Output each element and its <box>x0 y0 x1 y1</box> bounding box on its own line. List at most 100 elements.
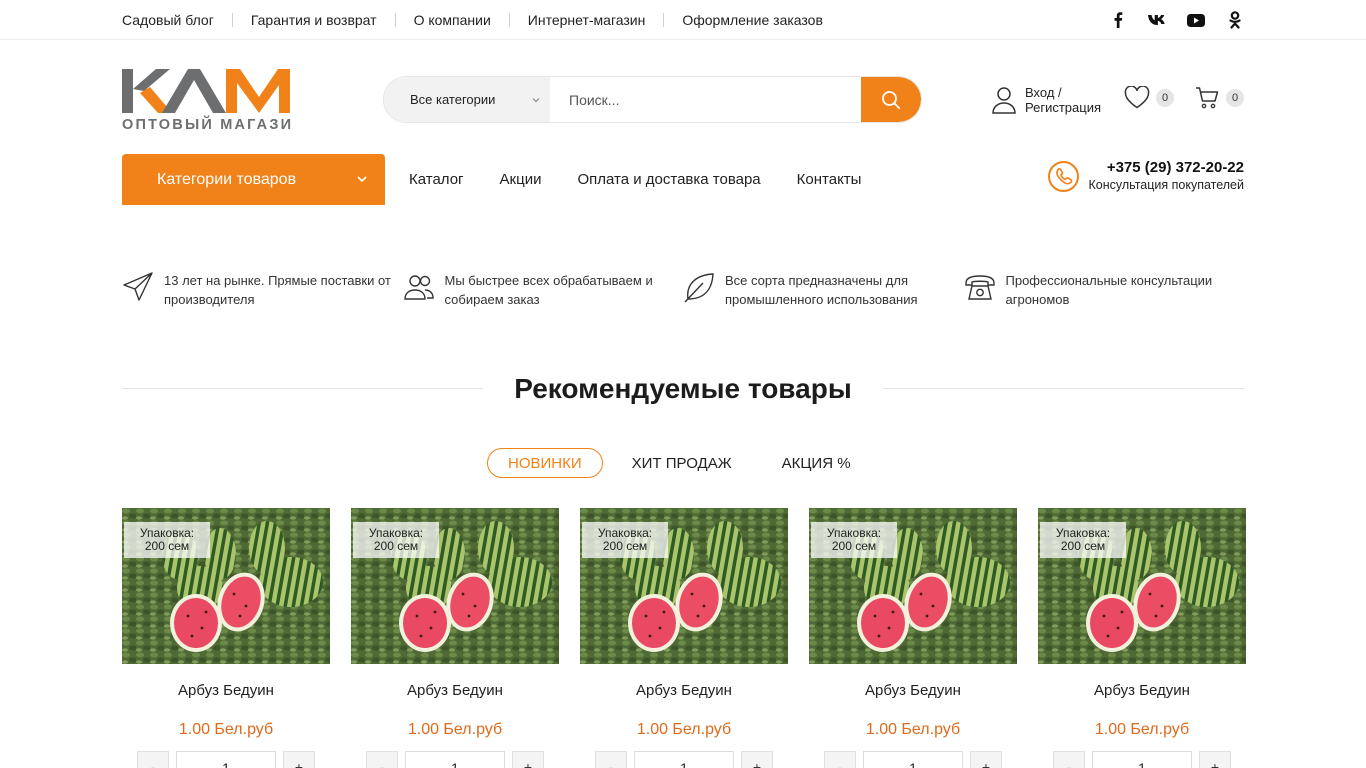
qty-plus-button[interactable]: + <box>512 751 544 768</box>
product-image[interactable]: Упаковка: 200 сем <box>809 508 1017 664</box>
qty-minus-button[interactable]: - <box>595 751 627 768</box>
product-name[interactable]: Арбуз Бедуин <box>1038 682 1246 702</box>
wishlist-count-badge: 0 <box>1156 88 1174 107</box>
feature-item: Профессиональные консультации агрономов <box>964 271 1245 309</box>
tab-new[interactable]: НОВИНКИ <box>487 448 603 478</box>
cart-link[interactable]: 0 <box>1195 86 1244 110</box>
top-link-orders[interactable]: Оформление заказов <box>682 12 823 28</box>
top-link-shop[interactable]: Интернет-магазин <box>528 12 646 28</box>
qty-plus-button[interactable]: + <box>970 751 1002 768</box>
tab-bestsellers[interactable]: ХИТ ПРОДАЖ <box>611 448 753 478</box>
tab-sale[interactable]: АКЦИЯ % <box>761 448 872 478</box>
search-button[interactable] <box>861 77 921 122</box>
feature-text: 13 лет на рынке. Прямые поставки от прои… <box>164 273 391 307</box>
search-bar: Все категории <box>383 76 922 123</box>
qty-input[interactable]: 1 <box>863 751 963 768</box>
vk-icon[interactable] <box>1146 9 1168 31</box>
facebook-icon[interactable] <box>1107 9 1129 31</box>
account-link[interactable]: Вход / Регистрация <box>991 85 1101 115</box>
divider <box>663 13 665 27</box>
product-name[interactable]: Арбуз Бедуин <box>122 682 330 702</box>
product-price: 1.00 Бел.руб <box>407 721 503 738</box>
pack-label: Упаковка: 200 сем <box>1040 522 1126 558</box>
qty-input[interactable]: 1 <box>405 751 505 768</box>
qty-plus-button[interactable]: + <box>741 751 773 768</box>
top-link-warranty[interactable]: Гарантия и возврат <box>251 12 377 28</box>
divider <box>394 13 396 27</box>
qty-plus-button[interactable]: + <box>1199 751 1231 768</box>
quantity-stepper: - 1 + <box>1038 751 1246 768</box>
phone-number: +375 (29) 372-20-22 <box>1106 159 1244 176</box>
feature-text: Все сорта предназначены для промышленног… <box>725 273 918 307</box>
nav-item-catalog[interactable]: Каталог <box>409 171 464 188</box>
quantity-stepper: - 1 + <box>809 751 1017 768</box>
qty-input[interactable]: 1 <box>1092 751 1192 768</box>
feature-item: Мы быстрее всех обрабатываем и собираем … <box>403 271 684 309</box>
nav-item-promotions[interactable]: Акции <box>500 171 542 188</box>
divider <box>508 13 510 27</box>
login-label: Вход / <box>1025 85 1062 100</box>
qty-input[interactable]: 1 <box>176 751 276 768</box>
pack-label: Упаковка: 200 сем <box>582 522 668 558</box>
quantity-stepper: - 1 + <box>351 751 559 768</box>
qty-input[interactable]: 1 <box>634 751 734 768</box>
qty-minus-button[interactable]: - <box>137 751 169 768</box>
qty-minus-button[interactable]: - <box>1053 751 1085 768</box>
chevron-down-icon <box>532 98 540 103</box>
chevron-down-icon <box>357 176 367 183</box>
product-image[interactable]: Упаковка: 200 сем <box>1038 508 1246 664</box>
phone-caption: Консультация покупателей <box>1088 178 1245 192</box>
register-label: Регистрация <box>1025 100 1101 115</box>
feature-item: 13 лет на рынке. Прямые поставки от прои… <box>122 271 403 309</box>
qty-minus-button[interactable]: - <box>366 751 398 768</box>
product-image[interactable]: Упаковка: 200 сем <box>351 508 559 664</box>
product-name[interactable]: Арбуз Бедуин <box>351 682 559 702</box>
paper-plane-icon <box>123 272 153 301</box>
feature-text: Профессиональные консультации агрономов <box>1005 273 1213 307</box>
cart-count-badge: 0 <box>1226 89 1244 107</box>
product-name[interactable]: Арбуз Бедуин <box>580 682 788 702</box>
search-input[interactable] <box>550 77 861 122</box>
categories-menu-label: Категории товаров <box>157 170 297 188</box>
users-icon <box>403 275 434 300</box>
product-image[interactable]: Упаковка: 200 сем <box>122 508 330 664</box>
pack-label-value: 200 сем <box>373 539 419 553</box>
feature-item: Все сорта предназначены для промышленног… <box>683 271 964 309</box>
pack-label: Упаковка: 200 сем <box>124 522 210 558</box>
wishlist-link[interactable]: 0 <box>1124 86 1174 109</box>
product-card: Упаковка: 200 сем Арбуз Бедуин 1.00 Бел.… <box>580 508 788 768</box>
search-icon <box>882 90 901 109</box>
product-name[interactable]: Арбуз Бедуин <box>809 682 1017 702</box>
telephone-icon <box>964 275 995 300</box>
category-select-label: Все категории <box>410 92 496 107</box>
nav-item-payment-delivery[interactable]: Оплата и доставка товара <box>577 171 760 188</box>
pack-label: Упаковка: 200 сем <box>353 522 439 558</box>
product-image[interactable]: Упаковка: 200 сем <box>580 508 788 664</box>
product-price: 1.00 Бел.руб <box>178 721 274 738</box>
nav-item-contacts[interactable]: Контакты <box>797 171 862 188</box>
logo-tagline: ОПТОВЫЙ МАГАЗИН <box>122 115 292 131</box>
qty-minus-button[interactable]: - <box>824 751 856 768</box>
divider <box>231 13 233 27</box>
section-title: Рекомендуемые товары <box>483 370 883 410</box>
category-select[interactable]: Все категории <box>384 77 550 122</box>
pack-label-value: 200 сем <box>831 539 877 553</box>
youtube-icon[interactable] <box>1185 9 1207 31</box>
main-nav: Каталог Акции Оплата и доставка товара К… <box>409 154 861 205</box>
odnoklassniki-icon[interactable] <box>1224 9 1246 31</box>
pack-label-value: 200 сем <box>144 539 190 553</box>
quantity-stepper: - 1 + <box>580 751 788 768</box>
quantity-stepper: - 1 + <box>122 751 330 768</box>
site-logo[interactable]: ОПТОВЫЙ МАГАЗИН <box>122 69 304 133</box>
categories-menu-button[interactable]: Категории товаров <box>122 154 385 205</box>
feature-text: Мы быстрее всех обрабатываем и собираем … <box>444 273 653 307</box>
cart-icon <box>1196 87 1219 109</box>
phone-contact[interactable]: +375 (29) 372-20-22 Консультация покупат… <box>1047 159 1245 193</box>
top-link-blog[interactable]: Садовый блог <box>122 12 214 28</box>
top-links: Садовый блог Гарантия и возврат О компан… <box>122 0 823 40</box>
leaf-icon <box>684 273 714 303</box>
product-price: 1.00 Бел.руб <box>865 721 961 738</box>
top-link-about[interactable]: О компании <box>414 12 491 28</box>
qty-plus-button[interactable]: + <box>283 751 315 768</box>
product-card: Упаковка: 200 сем Арбуз Бедуин 1.00 Бел.… <box>1038 508 1246 768</box>
